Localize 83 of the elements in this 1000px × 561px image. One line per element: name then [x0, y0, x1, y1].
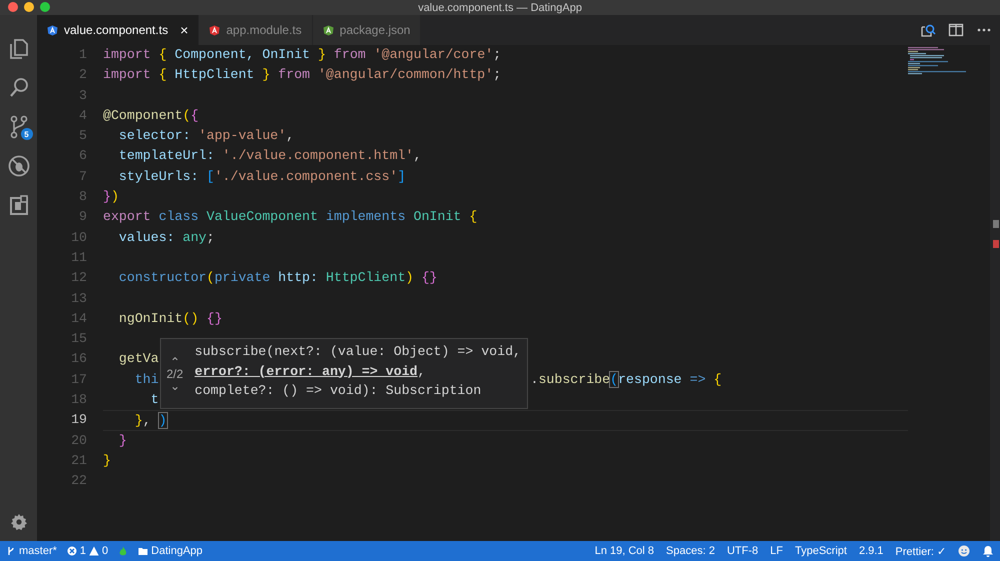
file-type-icon	[322, 24, 334, 36]
code-line: getVa	[118, 350, 159, 368]
code-line: @Component({	[103, 106, 199, 125]
code-line: thi	[134, 370, 159, 389]
editor-tab[interactable]: app.module.ts	[199, 15, 313, 45]
line-number: 6	[78, 147, 87, 166]
window-title: value.component.ts — DatingApp	[418, 2, 582, 14]
line-number: 5	[78, 127, 87, 146]
editor-tab[interactable]: value.component.ts ×	[37, 15, 200, 45]
bell-icon[interactable]	[982, 545, 994, 557]
warning-icon[interactable]	[89, 546, 100, 556]
code-line: }	[103, 452, 111, 470]
line-number: 3	[78, 86, 87, 105]
no-bug-icon[interactable]	[8, 154, 30, 178]
branch-icon[interactable]	[6, 546, 16, 556]
line-number: 18	[70, 391, 87, 410]
line-number: 13	[70, 290, 87, 308]
line-number: 22	[70, 472, 87, 490]
status-item[interactable]: LF	[770, 545, 783, 557]
status-item[interactable]: TypeScript	[794, 545, 847, 557]
line-number: 16	[70, 350, 87, 368]
code-line: .subscribe(response => {	[530, 370, 722, 389]
status-item[interactable]: Ln 19, Col 8	[594, 545, 654, 557]
warning-count[interactable]: 0	[102, 545, 108, 557]
line-number: 2	[78, 66, 87, 84]
split-editor-icon[interactable]	[948, 22, 964, 38]
line-number: 10	[70, 228, 87, 247]
smiley-icon[interactable]	[958, 545, 970, 557]
error-count[interactable]: 1	[80, 545, 86, 557]
line-number: 1	[78, 46, 87, 64]
extensions-icon[interactable]	[8, 193, 30, 217]
status-item[interactable]: UTF-8	[726, 545, 758, 557]
settings-icon[interactable]	[10, 513, 28, 531]
line-number: 4	[78, 106, 87, 125]
line-number: 20	[70, 432, 87, 450]
code-line: t	[150, 391, 159, 410]
file-type-icon	[47, 24, 58, 36]
editor-tab[interactable]: package.json	[312, 15, 422, 45]
preview-search-icon[interactable]	[920, 22, 936, 38]
overview-mark	[993, 240, 999, 248]
signature-text: complete?: () => void): Subscription	[194, 382, 482, 400]
overload-counter: 2/2	[166, 368, 184, 380]
code-line: constructor(private http: HttpClient) {}	[118, 269, 438, 288]
count-badge: 5	[20, 128, 32, 140]
status-item[interactable]: Spaces: 2	[666, 545, 715, 557]
branch-name[interactable]: master*	[19, 545, 57, 557]
status-item[interactable]: Prettier: ✓	[895, 544, 946, 558]
error-icon[interactable]	[66, 546, 77, 556]
code-line: templateUrl: './value.component.html',	[118, 147, 422, 166]
line-number: 21	[70, 452, 87, 470]
code-line: }	[118, 432, 127, 450]
code-line: }, )	[134, 412, 167, 430]
folder-name[interactable]: DatingApp	[151, 545, 203, 557]
signature-text: error?: (error: any) => void,	[194, 362, 426, 380]
overview-mark	[993, 220, 999, 228]
code-line: styleUrls: ['./value.component.css']	[118, 168, 406, 186]
file-type-icon	[209, 24, 220, 36]
status-item[interactable]: 2.9.1	[858, 545, 884, 557]
line-number: 7	[78, 168, 87, 186]
line-number: 8	[78, 188, 87, 206]
code-line: export class ValueComponent implements OnInit {	[103, 208, 478, 226]
scrollbar[interactable]	[990, 45, 1000, 541]
line-number: 11	[70, 248, 87, 267]
folder-icon[interactable]	[138, 546, 148, 556]
next-icon[interactable]: ⌄	[170, 380, 180, 392]
code-line: import { HttpClient } from '@angular/common/http';	[103, 66, 502, 84]
signature-text: subscribe(next?: (value: Object) => void,	[194, 343, 521, 361]
code-line: ngOnInit() {}	[118, 310, 222, 328]
code-line: values: any;	[118, 228, 214, 247]
code-line: import { Component, OnInit } from '@angular/core';	[103, 46, 502, 64]
line-number: 14	[70, 310, 87, 328]
close-icon[interactable]: ×	[180, 22, 188, 38]
line-number: 9	[78, 208, 87, 226]
files-icon[interactable]	[8, 37, 30, 61]
line-number: 12	[70, 269, 87, 288]
previous-icon[interactable]: ⌃	[170, 356, 180, 368]
minimap-drawing[interactable]	[908, 47, 968, 77]
code-line: selector: 'app-value',	[118, 127, 294, 146]
source-control-icon[interactable]	[8, 115, 30, 139]
line-number: 19	[70, 411, 87, 430]
line-number: 15	[70, 330, 87, 348]
line-number: 17	[70, 370, 87, 389]
code-line: })	[103, 188, 119, 206]
